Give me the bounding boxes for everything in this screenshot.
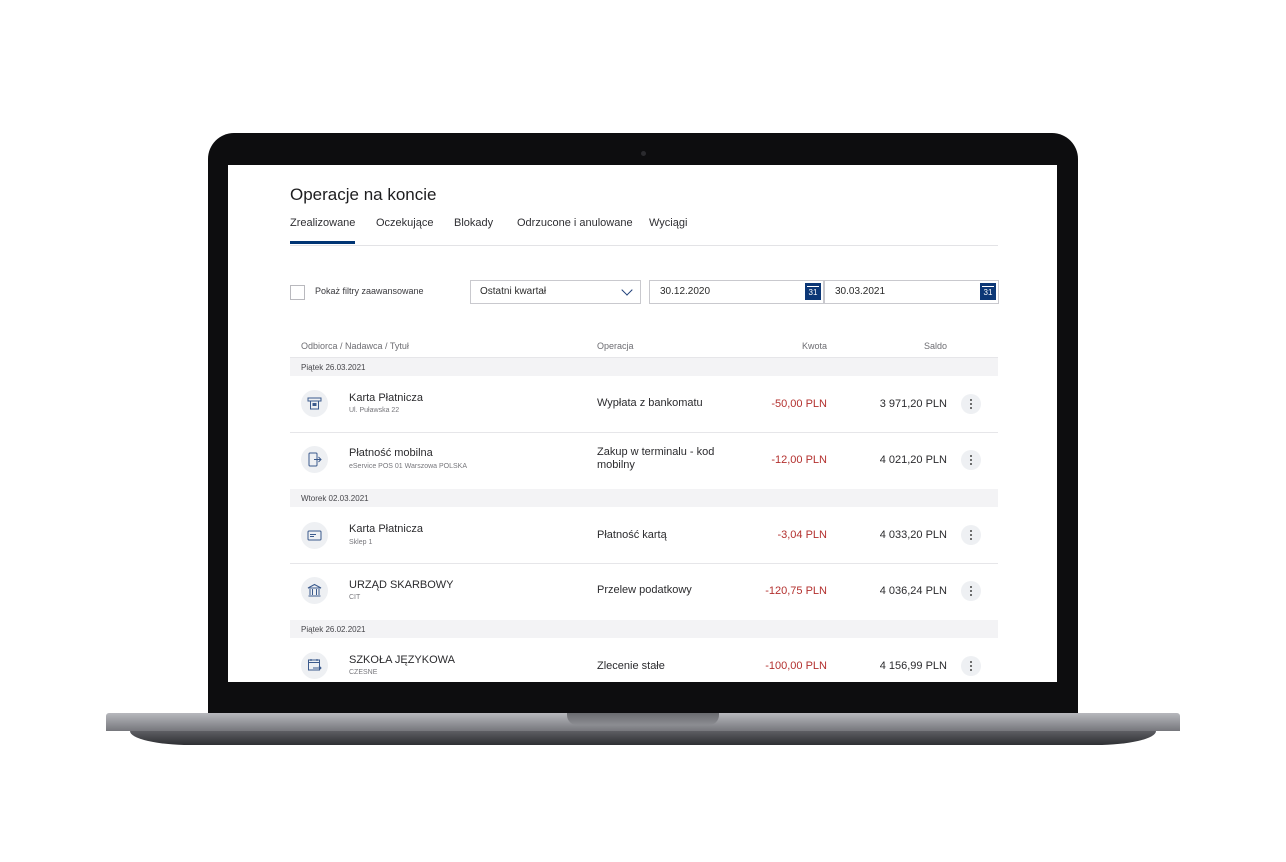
- column-header-party: Odbiorca / Nadawca / Tytuł: [301, 341, 409, 351]
- row-balance: 4 156,99 PLN: [879, 660, 947, 672]
- column-header-balance: Saldo: [923, 341, 947, 351]
- row-operation: Zakup w terminalu - kod mobilny: [597, 446, 715, 471]
- standing-order-icon: [301, 652, 328, 679]
- date-from-field[interactable]: 30.12.2020 31: [649, 280, 824, 304]
- card-icon: [301, 522, 328, 549]
- date-group-label: Piątek 26.02.2021: [301, 625, 366, 634]
- advanced-filters-checkbox[interactable]: [290, 285, 305, 300]
- row-name: URZĄD SKARBOWY: [349, 579, 454, 591]
- column-header-amount: Kwota: [801, 341, 827, 351]
- tab-bar: Zrealizowane Oczekujące Blokady Odrzucon…: [290, 217, 998, 246]
- bank-building-icon: [301, 577, 328, 604]
- date-group-header: Piątek 26.03.2021: [290, 358, 998, 376]
- period-select[interactable]: Ostatni kwartał: [470, 280, 641, 304]
- date-group-header: Wtorek 02.03.2021: [290, 489, 998, 507]
- row-name: Karta Płatnicza: [349, 523, 423, 535]
- table-row[interactable]: Karta Płatnicza Ul. Puławska 22 Wypłata …: [290, 376, 998, 433]
- row-subtitle: CZESNE: [349, 669, 378, 676]
- row-balance: 3 971,20 PLN: [879, 398, 947, 410]
- laptop-base-bottom: [130, 731, 1156, 745]
- laptop-notch: [567, 713, 719, 725]
- row-amount: -12,00 PLN: [771, 454, 827, 466]
- date-group-label: Wtorek 02.03.2021: [301, 494, 369, 503]
- table-row[interactable]: Płatność mobilna eService POS 01 Warszow…: [290, 433, 998, 490]
- table-row[interactable]: URZĄD SKARBOWY CIT Przelew podatkowy -12…: [290, 564, 998, 621]
- row-operation: Zlecenie stałe: [597, 660, 665, 672]
- advanced-filters-label[interactable]: Pokaż filtry zaawansowane: [315, 286, 424, 296]
- date-from-value: 30.12.2020: [660, 286, 711, 297]
- camera-dot: [641, 151, 646, 156]
- row-subtitle: CIT: [349, 594, 361, 601]
- row-subtitle: Sklep 1: [349, 539, 373, 546]
- calendar-icon[interactable]: 31: [980, 283, 996, 300]
- more-options-icon[interactable]: [961, 450, 981, 470]
- column-header-operation: Operacja: [597, 341, 634, 351]
- atm-icon: [301, 390, 328, 417]
- row-balance: 4 021,20 PLN: [879, 454, 947, 466]
- row-subtitle: Ul. Puławska 22: [349, 407, 400, 414]
- tab-oczekujace[interactable]: Oczekujące: [376, 217, 433, 229]
- calendar-icon[interactable]: 31: [805, 283, 821, 300]
- more-options-icon[interactable]: [961, 581, 981, 601]
- row-operation: Przelew podatkowy: [597, 584, 692, 596]
- row-amount: -3,04 PLN: [777, 529, 827, 541]
- date-to-field[interactable]: 30.03.2021 31: [824, 280, 999, 304]
- date-to-value: 30.03.2021: [835, 286, 886, 297]
- date-group-label: Piątek 26.03.2021: [301, 363, 366, 372]
- row-name: Płatność mobilna: [349, 447, 433, 459]
- date-group-header: Piątek 26.02.2021: [290, 620, 998, 638]
- row-operation: Wypłata z bankomatu: [597, 397, 703, 409]
- table-row[interactable]: SZKOŁA JĘZYKOWA CZESNE Zlecenie stałe -1…: [290, 638, 998, 682]
- tab-blokady[interactable]: Blokady: [454, 217, 493, 229]
- more-options-icon[interactable]: [961, 656, 981, 676]
- row-name: SZKOŁA JĘZYKOWA: [349, 654, 455, 666]
- tab-zrealizowane[interactable]: Zrealizowane: [290, 217, 356, 244]
- row-amount: -50,00 PLN: [771, 398, 827, 410]
- tab-odrzucone[interactable]: Odrzucone i anulowane: [517, 217, 633, 229]
- row-amount: -120,75 PLN: [765, 585, 827, 597]
- row-balance: 4 036,24 PLN: [879, 585, 947, 597]
- row-subtitle: eService POS 01 Warszowa POLSKA: [349, 463, 468, 470]
- row-operation: Płatność kartą: [597, 529, 667, 541]
- table-row[interactable]: Karta Płatnicza Sklep 1 Płatność kartą -…: [290, 507, 998, 564]
- screen: Operacje na koncie Zrealizowane Oczekują…: [228, 165, 1057, 682]
- chevron-down-icon: [621, 284, 633, 296]
- period-select-value: Ostatni kwartał: [480, 286, 547, 297]
- filter-bar: Pokaż filtry zaawansowane Ostatni kwarta…: [290, 280, 999, 304]
- more-options-icon[interactable]: [961, 525, 981, 545]
- row-balance: 4 033,20 PLN: [879, 529, 947, 541]
- tab-wyciagi[interactable]: Wyciągi: [649, 217, 687, 229]
- mobile-payment-icon: [301, 446, 328, 473]
- more-options-icon[interactable]: [961, 394, 981, 414]
- row-name: Karta Płatnicza: [349, 392, 423, 404]
- page-title: Operacje na koncie: [290, 185, 437, 204]
- row-amount: -100,00 PLN: [765, 660, 827, 672]
